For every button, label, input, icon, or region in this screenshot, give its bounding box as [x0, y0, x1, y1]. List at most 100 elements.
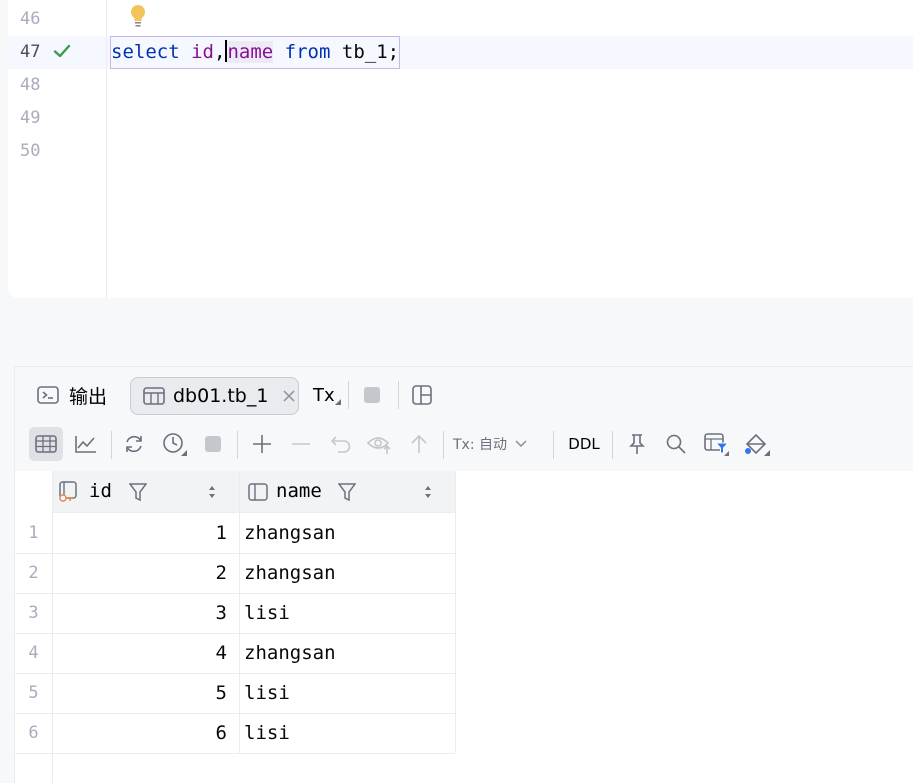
console-icon	[37, 386, 59, 404]
cell-name[interactable]: zhangsan	[239, 553, 460, 593]
keyword-from: from	[284, 41, 331, 63]
column-header-name-label: name	[276, 480, 322, 502]
paint-bucket-icon	[745, 433, 770, 456]
cell-id[interactable]: 3	[53, 593, 233, 633]
cell-id[interactable]: 2	[53, 553, 233, 593]
table-row[interactable]: 6 6 lisi	[15, 713, 455, 754]
layout-icon	[412, 385, 432, 405]
line-number: 47	[20, 42, 41, 62]
cell-name[interactable]: zhangsan	[239, 513, 460, 553]
search-button[interactable]	[661, 427, 691, 461]
table-name: tb_1	[341, 41, 388, 63]
services-tool-window: 输出 db01.tb_1 Tx Tx: 自动 DDL id name 1 1 z…	[14, 366, 913, 783]
stop-button[interactable]	[363, 377, 383, 413]
tx-dropdown[interactable]: Tx	[313, 377, 341, 413]
row-number: 6	[28, 723, 39, 743]
divider	[348, 381, 349, 409]
refresh-button[interactable]	[119, 427, 149, 461]
table-row[interactable]: 2 2 zhangsan	[15, 553, 455, 594]
success-check-icon	[53, 44, 71, 58]
table-filter-icon	[704, 433, 730, 456]
tx-mode-dropdown[interactable]: Tx: 自动	[453, 427, 543, 461]
editor-gutter: 46 47 48 49 50	[8, 0, 107, 298]
ddl-label: DDL	[568, 435, 600, 453]
line-number: 46	[20, 9, 41, 29]
tab-result-db01-tb_1[interactable]: db01.tb_1	[130, 377, 299, 415]
column-icon	[248, 483, 268, 501]
intention-bulb-icon[interactable]	[128, 3, 148, 29]
close-icon[interactable]	[282, 389, 296, 403]
sort-icon[interactable]	[423, 484, 433, 500]
tab-result-label: db01.tb_1	[173, 385, 269, 407]
line-chart-icon	[75, 436, 96, 453]
add-row-button[interactable]	[247, 427, 277, 461]
divider	[237, 431, 238, 459]
layout-button[interactable]	[412, 377, 434, 413]
column-header-name[interactable]: name	[240, 471, 455, 512]
table-row[interactable]: 4 4 zhangsan	[15, 633, 455, 674]
chevron-down-icon	[515, 440, 527, 448]
data-generator-button[interactable]	[741, 427, 773, 461]
result-tab-bar: 输出 db01.tb_1 Tx	[15, 367, 913, 421]
line-number: 50	[20, 141, 41, 161]
minus-icon	[292, 443, 310, 445]
cell-id[interactable]: 1	[53, 513, 233, 553]
pin-icon	[629, 434, 645, 454]
history-button[interactable]	[159, 427, 191, 461]
editor-surface[interactable]: 46 47 48 49 50 select id, name from tb_1;	[8, 0, 913, 298]
divider	[111, 431, 112, 459]
tx-label: Tx	[313, 384, 335, 406]
keyword-select: select	[111, 41, 180, 63]
chart-view-button[interactable]	[69, 427, 103, 461]
revert-button[interactable]	[326, 427, 356, 461]
search-icon	[666, 434, 686, 454]
cell-id[interactable]: 4	[53, 633, 233, 673]
column-header-id[interactable]: id	[53, 471, 239, 512]
delete-row-button[interactable]	[286, 427, 316, 461]
sql-editor[interactable]: 46 47 48 49 50 select id, name from tb_1;	[0, 0, 913, 300]
cell-id[interactable]: 6	[53, 713, 233, 753]
line-number: 48	[20, 75, 41, 95]
stop-icon	[364, 387, 380, 403]
stop-icon	[205, 436, 221, 452]
submit-button[interactable]	[404, 427, 434, 461]
table-view-button[interactable]	[29, 427, 63, 461]
divider	[553, 431, 554, 459]
cell-name[interactable]: lisi	[239, 713, 460, 753]
filter-table-button[interactable]	[701, 427, 733, 461]
eye-upload-icon	[367, 437, 391, 454]
divider	[612, 431, 613, 459]
semicolon: ;	[387, 41, 400, 63]
tx-mode-label: Tx: 自动	[453, 437, 508, 453]
dropdown-corner-icon	[334, 399, 341, 405]
splitter[interactable]	[0, 300, 913, 366]
stop-query-button[interactable]	[199, 427, 227, 461]
row-number: 2	[28, 563, 39, 583]
table-row[interactable]: 5 5 lisi	[15, 673, 455, 714]
filter-icon[interactable]	[338, 482, 356, 502]
column-name: name	[227, 41, 274, 63]
sql-statement[interactable]: select id, name from tb_1;	[110, 36, 401, 69]
comma: ,	[213, 41, 226, 63]
cell-name[interactable]: lisi	[239, 593, 460, 633]
cell-name[interactable]: zhangsan	[239, 633, 460, 673]
pin-tab-button[interactable]	[622, 427, 652, 461]
sort-icon[interactable]	[207, 484, 217, 500]
line-number: 49	[20, 108, 41, 128]
row-number: 3	[28, 603, 39, 623]
table-row[interactable]: 3 3 lisi	[15, 593, 455, 634]
table-row[interactable]: 1 1 zhangsan	[15, 513, 455, 554]
refresh-icon	[126, 435, 142, 453]
table-icon	[143, 387, 165, 405]
preview-changes-button[interactable]	[365, 427, 395, 461]
column-id: id	[191, 41, 214, 63]
cell-id[interactable]: 5	[53, 673, 233, 713]
tab-output[interactable]: 输出	[37, 377, 129, 413]
row-number: 5	[28, 683, 39, 703]
result-grid[interactable]: id name 1 1 zhangsan 2 2 zhangsan 3 3 li…	[15, 471, 913, 783]
filter-icon[interactable]	[129, 482, 147, 502]
cell-name[interactable]: lisi	[239, 673, 460, 713]
row-number: 4	[28, 643, 39, 663]
ddl-button[interactable]: DDL	[563, 427, 605, 461]
divider	[398, 381, 399, 409]
